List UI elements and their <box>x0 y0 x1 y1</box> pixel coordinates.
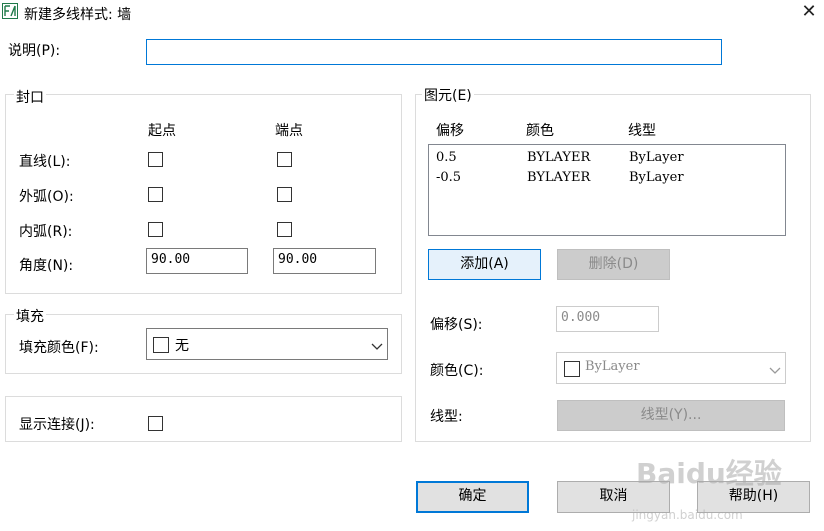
elements-header-linetype: 线型 <box>628 123 656 139</box>
angle-start-input[interactable]: 90.00 <box>146 248 248 274</box>
display-joints-label: 显示连接(J): <box>19 417 95 433</box>
element-linetype: ByLayer <box>629 170 684 185</box>
angle-end-input[interactable]: 90.00 <box>273 248 376 274</box>
close-icon[interactable]: ✕ <box>798 2 820 22</box>
ok-button[interactable]: 确定 <box>416 481 529 513</box>
element-offset: 0.5 <box>436 150 457 165</box>
description-label: 说明(P): <box>8 43 61 59</box>
cap-outer-arc-label: 外弧(O): <box>19 189 74 205</box>
element-offset-input[interactable]: 0.000 <box>556 306 659 332</box>
element-offset: -0.5 <box>436 170 462 185</box>
display-joints-checkbox[interactable] <box>148 416 163 431</box>
watermark-text: Baidu经验 <box>636 457 782 490</box>
elements-list[interactable]: 0.5 BYLAYER ByLayer -0.5 BYLAYER ByLayer <box>428 144 786 236</box>
elements-group-label: 图元(E) <box>422 85 474 105</box>
caps-col-end: 端点 <box>275 123 303 139</box>
watermark-subtext: jingyan.baidu.com <box>632 508 743 522</box>
fill-color-value: 无 <box>175 338 189 354</box>
element-color: BYLAYER <box>527 150 591 165</box>
element-color-select[interactable]: ByLayer <box>556 352 786 384</box>
caps-col-start: 起点 <box>148 123 176 139</box>
cap-outer-arc-start-checkbox[interactable] <box>148 187 163 202</box>
cap-inner-arc-label: 内弧(R): <box>19 224 73 240</box>
element-linetype: ByLayer <box>629 150 684 165</box>
caps-group-label: 封口 <box>14 87 46 107</box>
cap-line-end-checkbox[interactable] <box>277 152 292 167</box>
color-swatch <box>153 337 169 353</box>
chevron-down-icon <box>769 367 781 374</box>
list-item[interactable]: 0.5 BYLAYER ByLayer <box>429 147 785 167</box>
window-title: 新建多线样式: 墙 <box>24 7 132 23</box>
list-item[interactable]: -0.5 BYLAYER ByLayer <box>429 167 785 187</box>
chevron-down-icon <box>371 343 383 350</box>
cap-angle-label: 角度(N): <box>19 258 74 274</box>
element-color: BYLAYER <box>527 170 591 185</box>
cap-outer-arc-end-checkbox[interactable] <box>277 187 292 202</box>
element-offset-label: 偏移(S): <box>430 317 483 333</box>
cap-line-label: 直线(L): <box>19 154 71 170</box>
fill-color-label: 填充颜色(F): <box>19 340 99 356</box>
app-icon <box>2 3 18 19</box>
element-color-value: ByLayer <box>585 359 640 374</box>
fill-group-label: 填充 <box>14 306 46 326</box>
cap-line-start-checkbox[interactable] <box>148 152 163 167</box>
cap-inner-arc-start-checkbox[interactable] <box>148 222 163 237</box>
elements-header-offset: 偏移 <box>436 123 464 139</box>
cap-inner-arc-end-checkbox[interactable] <box>277 222 292 237</box>
color-swatch <box>564 361 580 377</box>
delete-element-button[interactable]: 删除(D) <box>557 249 670 280</box>
elements-header-color: 颜色 <box>526 123 554 139</box>
element-linetype-label: 线型: <box>430 409 463 425</box>
element-color-label: 颜色(C): <box>430 363 484 379</box>
linetype-button[interactable]: 线型(Y)... <box>557 400 785 431</box>
fill-color-select[interactable]: 无 <box>146 328 388 360</box>
add-element-button[interactable]: 添加(A) <box>428 249 541 280</box>
description-input[interactable] <box>146 39 722 65</box>
